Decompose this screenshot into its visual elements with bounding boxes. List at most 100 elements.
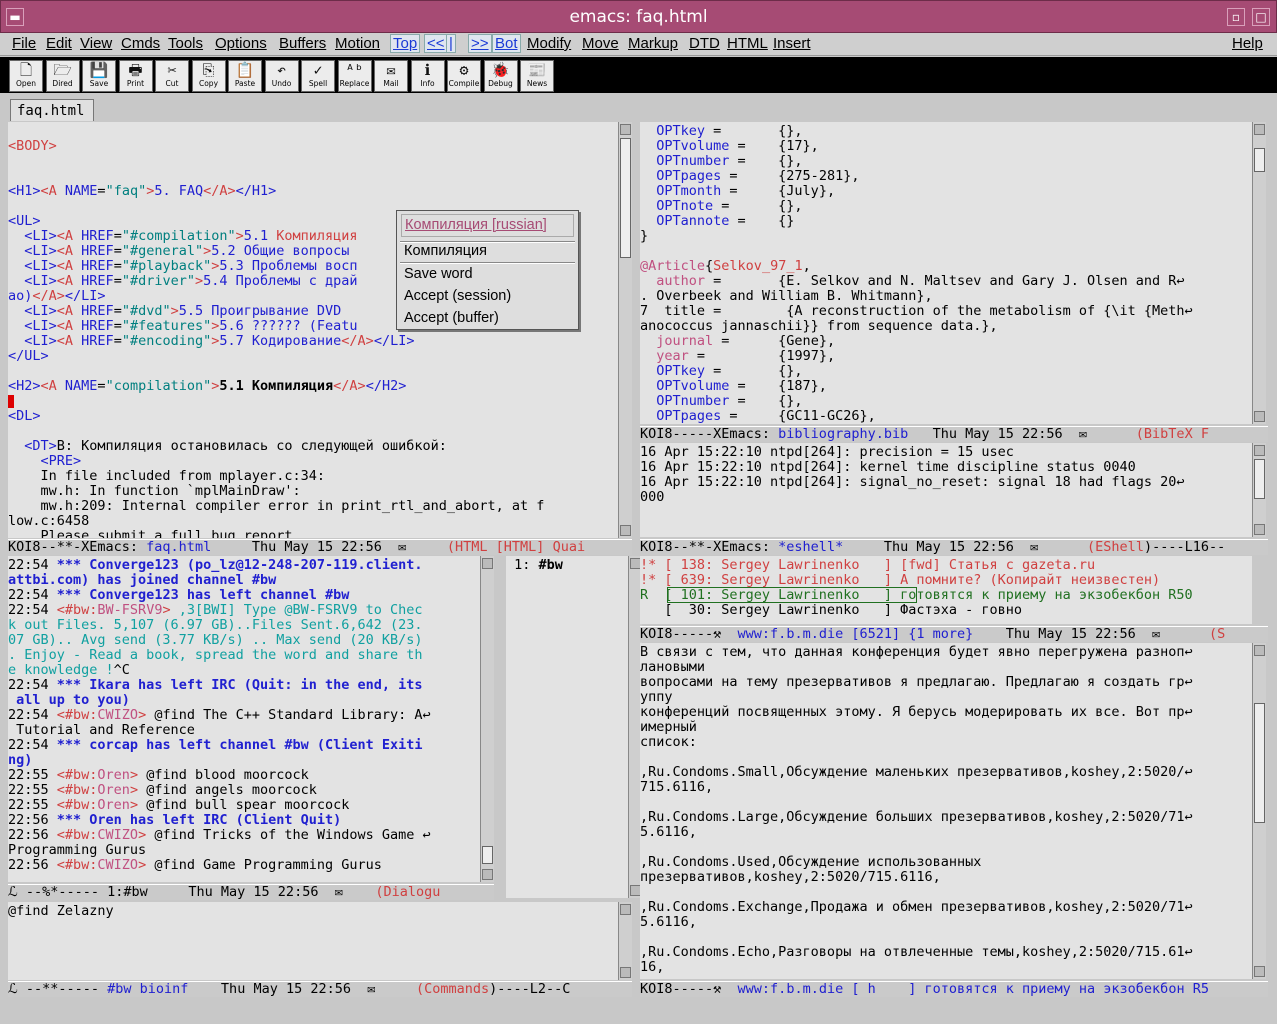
- popup-item-accept-session[interactable]: Accept (session): [404, 288, 511, 304]
- article-pane[interactable]: В связи с тем, что данная конференция бу…: [640, 643, 1252, 979]
- menu-edit[interactable]: Edit: [46, 35, 72, 52]
- text-line: OPTkey = {},: [640, 124, 802, 139]
- text-segment: <#bw:: [56, 602, 98, 618]
- text-segment: @find angels moorcock: [146, 782, 317, 798]
- menu-tools[interactable]: Tools: [168, 35, 203, 52]
- text-segment: "faq": [105, 183, 147, 199]
- eshell-scrollbar[interactable]: [1252, 443, 1266, 537]
- popup-header[interactable]: Компиляция [russian]: [401, 214, 574, 237]
- window-titlebar[interactable]: ▬ emacs: faq.html ▫ □: [0, 0, 1277, 33]
- text-segment: Tutorial and Reference: [8, 722, 195, 738]
- text-line: [ 30: Sergey Lawrinenko ] Фастэха - говн…: [640, 603, 1022, 618]
- spell-button[interactable]: ✓ Spell: [301, 60, 335, 92]
- menu-move[interactable]: Move: [582, 35, 619, 52]
- mail-button[interactable]: ✉ Mail: [374, 60, 408, 92]
- text-segment: Oren: [97, 797, 130, 813]
- print-button[interactable]: 🖶 Print: [118, 60, 153, 92]
- menu-prev-button[interactable]: <<: [424, 34, 448, 53]
- text-segment: = {1997},: [688, 348, 836, 364]
- menu-file[interactable]: File: [12, 35, 36, 52]
- menu-bar-button[interactable]: |: [446, 34, 456, 53]
- text-segment: ao): [8, 288, 33, 304]
- text-segment: 5. FAQ: [154, 183, 204, 199]
- open-button[interactable]: 🗋 Open: [9, 60, 43, 92]
- eshell-pane[interactable]: 16 Apr 15:22:10 ntpd[264]: precision = 1…: [640, 443, 1252, 537]
- text-segment: 22:54: [8, 602, 57, 618]
- text-segment: *** Converge123 (po_lz@12-248-207-119.cl…: [56, 557, 423, 573]
- popup-item-accept-buffer[interactable]: Accept (buffer): [404, 310, 499, 326]
- irc-channel-list[interactable]: 1: #bw: [506, 556, 628, 898]
- popup-item-correction[interactable]: Компиляция: [404, 243, 487, 259]
- dired-button[interactable]: 🗁 Dired: [45, 60, 80, 92]
- text-segment: Please submit a full bug report.: [8, 528, 301, 539]
- text-segment: Thu May 15 22:56 ✉: [843, 539, 1088, 555]
- text-line: all up to you): [8, 693, 130, 708]
- save-icon: 💾: [89, 61, 109, 79]
- compile-button[interactable]: ⚙ Compile: [447, 60, 481, 92]
- paste-button[interactable]: 📋 Paste: [228, 60, 262, 92]
- undo-button[interactable]: ↶ Undo: [264, 60, 299, 92]
- text-segment: </A>: [341, 333, 374, 349]
- debug-button[interactable]: 🐞 Debug: [483, 60, 518, 92]
- menu-view[interactable]: View: [80, 35, 112, 52]
- copy-button[interactable]: ⎘ Copy: [191, 60, 226, 92]
- text-segment: "#compilation": [121, 228, 236, 244]
- menu-bot-button[interactable]: Bot: [492, 34, 521, 53]
- toolbar-label: Open: [15, 79, 37, 88]
- bibtex-modeline: KOI8-----XEmacs: bibliography.bib Thu Ma…: [640, 426, 1268, 442]
- menu-help[interactable]: Help: [1232, 35, 1263, 52]
- menu-next-button[interactable]: >>: [468, 34, 492, 53]
- text-line: OPTpages = {GC11-GC26},: [640, 409, 875, 424]
- menu-options[interactable]: Options: [215, 35, 267, 52]
- menu-modify[interactable]: Modify: [527, 35, 571, 52]
- text-segment: Thu May 15 22:56 ✉: [188, 981, 416, 997]
- input-scrollbar[interactable]: [618, 902, 632, 980]
- text-segment: <LI>: [8, 303, 57, 319]
- toolbar-label: Replace: [339, 79, 370, 88]
- info-button[interactable]: ℹ Info: [410, 60, 445, 92]
- minimize-icon[interactable]: ▫: [1227, 8, 1245, 26]
- bibtex-scrollbar[interactable]: [1252, 122, 1266, 424]
- bibtex-pane[interactable]: OPTkey = {}, OPTvolume = {17}, OPTnumber…: [640, 122, 1252, 424]
- text-segment: =: [97, 183, 106, 199]
- text-segment: )----L2--C: [489, 981, 571, 997]
- replace-button[interactable]: ᴬᵇ Replace: [337, 60, 372, 92]
- text-segment: ,3[BWI] Type @BW-FSRV9 to Chec: [178, 602, 423, 618]
- text-line: 5.6116,: [640, 915, 697, 930]
- text-line: 16 Apr 15:22:10 ntpd[264]: precision = 1…: [640, 445, 1014, 460]
- maximize-icon[interactable]: □: [1252, 8, 1270, 26]
- menu-insert[interactable]: Insert: [773, 35, 811, 52]
- menu-top-button[interactable]: Top: [390, 34, 421, 53]
- text-segment: @Article: [640, 258, 706, 274]
- menu-dtd[interactable]: DTD: [689, 35, 720, 52]
- html-editor-pane[interactable]: <BODY> <H1><A NAME="faq">5. FAQ</A></H1> <…: [8, 122, 618, 538]
- text-line: OPTmonth = {July},: [640, 184, 835, 199]
- html-scrollbar[interactable]: [618, 122, 632, 538]
- menu-cmds[interactable]: Cmds: [121, 35, 160, 52]
- menu-motion[interactable]: Motion: [335, 35, 380, 52]
- selected-summary-row[interactable]: [667, 587, 917, 603]
- text-segment: @find Game Programming Gurus: [154, 857, 382, 873]
- text-segment: *** corcap has left channel #bw (Client …: [56, 737, 423, 753]
- menu-buffers[interactable]: Buffers: [279, 35, 326, 52]
- text-line: year = {1997},: [640, 349, 835, 364]
- menu-markup[interactable]: Markup: [628, 35, 678, 52]
- irc-input-pane[interactable]: @find Zelazny: [8, 902, 618, 980]
- article-scrollbar[interactable]: [1252, 643, 1266, 979]
- news-button[interactable]: 📰 News: [520, 60, 554, 92]
- text-line: конференций посвященных этому. Я берусь …: [640, 705, 1193, 720]
- menu-html[interactable]: HTML: [727, 35, 768, 52]
- text-segment: 5.7 Кодирование: [219, 333, 342, 349]
- text-line: 07 GB).. Avg send (3.77 KB/s) .. Max sen…: [8, 633, 423, 648]
- text-segment: </H2>: [365, 378, 407, 394]
- popup-item-save-word[interactable]: Save word: [404, 266, 473, 282]
- cut-button[interactable]: ✂ Cut: [155, 60, 189, 92]
- copy-icon: ⎘: [202, 61, 215, 79]
- text-line: вопросами на тему презервативов я предла…: [640, 675, 1193, 690]
- irc-scrollbar[interactable]: [480, 556, 494, 882]
- html-modeline: KOI8--**-XEmacs: faq.html Thu May 15 22:…: [8, 539, 632, 555]
- tab-faq-html[interactable]: faq.html: [10, 99, 94, 121]
- irc-chat-pane[interactable]: 22:54 *** Converge123 (po_lz@12-248-207-…: [8, 556, 480, 882]
- save-button[interactable]: 💾 Save: [82, 60, 116, 92]
- print-icon: 🖶: [128, 61, 143, 79]
